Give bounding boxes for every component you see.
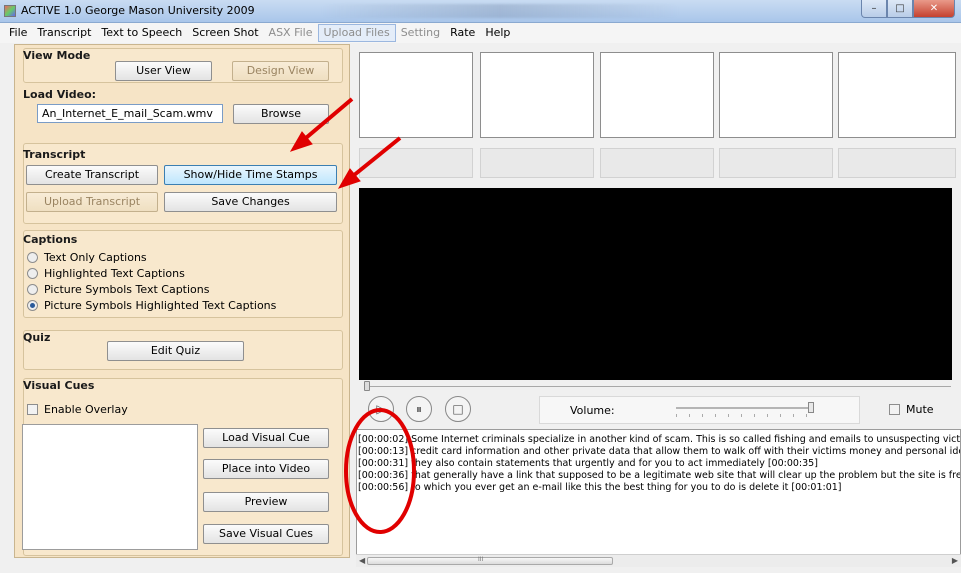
load-visual-cue-button[interactable]: Load Visual Cue [203, 428, 329, 448]
seek-bar[interactable] [366, 386, 951, 387]
transcript-label: Transcript [23, 148, 86, 161]
video-player[interactable] [359, 188, 952, 380]
edit-quiz-button[interactable]: Edit Quiz [107, 341, 244, 361]
caption-option-highlighted[interactable]: Highlighted Text Captions [27, 265, 185, 281]
transcript-line: [00:00:36] that generally have a link th… [358, 470, 961, 481]
frame-thumbnail[interactable] [480, 52, 594, 138]
menu-upload-files[interactable]: Upload Files [317, 24, 396, 42]
radio-checked-icon[interactable] [27, 299, 38, 311]
show-hide-timestamps-button[interactable]: Show/Hide Time Stamps [164, 165, 337, 185]
scroll-right-icon[interactable]: ▶ [952, 556, 958, 565]
transcript-line: [00:00:13] credit card information and o… [358, 446, 961, 457]
menu-text-to-speech[interactable]: Text to Speech [96, 24, 187, 42]
captions-label: Captions [23, 233, 78, 246]
transcript-line: [00:00:02] Some Internet criminals speci… [358, 434, 961, 445]
transcript-textbox[interactable]: [00:00:02] Some Internet criminals speci… [356, 429, 961, 566]
menu-asx-file[interactable]: ASX File [264, 24, 318, 42]
close-button[interactable]: ✕ [913, 0, 955, 18]
create-transcript-button[interactable]: Create Transcript [26, 165, 158, 185]
window-title: ACTIVE 1.0 George Mason University 2009 [21, 4, 255, 17]
play-button[interactable]: ▷ [368, 396, 394, 422]
checkbox-icon[interactable] [27, 403, 38, 415]
radio-icon[interactable] [27, 283, 38, 295]
stop-button[interactable]: □ [445, 396, 471, 422]
mute-checkbox[interactable]: Mute [889, 403, 934, 416]
minimize-button[interactable]: – [861, 0, 887, 18]
app-icon [4, 5, 16, 17]
stop-icon: □ [452, 402, 464, 416]
checkbox-icon[interactable] [889, 404, 900, 415]
seek-handle[interactable] [364, 381, 370, 391]
video-file-field[interactable]: An_Internet_E_mail_Scam.wmv [37, 104, 223, 123]
browse-button[interactable]: Browse [233, 104, 329, 124]
menu-bar: File Transcript Text to Speech Screen Sh… [0, 23, 961, 43]
blurred-title-region [320, 4, 680, 18]
caption-slot [600, 148, 714, 178]
upload-transcript-button[interactable]: Upload Transcript [26, 192, 158, 212]
preview-button[interactable]: Preview [203, 492, 329, 512]
radio-icon[interactable] [27, 251, 38, 263]
scroll-left-icon[interactable]: ◀ [359, 556, 365, 565]
volume-ticks [676, 414, 810, 417]
frame-thumbnail[interactable] [719, 52, 833, 138]
load-video-label: Load Video: [23, 88, 97, 101]
scroll-thumb[interactable]: III [367, 556, 613, 565]
title-bar: ACTIVE 1.0 George Mason University 2009 … [0, 0, 961, 23]
radio-icon[interactable] [27, 267, 38, 279]
volume-label: Volume: [570, 404, 615, 417]
menu-rate[interactable]: Rate [445, 24, 480, 42]
horizontal-scrollbar[interactable]: ◀ III ▶ [356, 554, 961, 567]
pause-button[interactable]: ⏸ [406, 396, 432, 422]
frame-thumbnail[interactable] [600, 52, 714, 138]
transcript-line: [00:00:31] they also contain statements … [358, 458, 818, 469]
quiz-label: Quiz [23, 331, 51, 344]
caption-slot [838, 148, 956, 178]
volume-track[interactable] [676, 407, 810, 409]
pause-icon: ⏸ [415, 402, 422, 416]
transcript-line: [00:00:56] to which you ever get an e-ma… [358, 482, 842, 493]
save-visual-cues-button[interactable]: Save Visual Cues [203, 524, 329, 544]
frame-thumbnail[interactable] [838, 52, 956, 138]
caption-option-picture-symbols[interactable]: Picture Symbols Text Captions [27, 281, 209, 297]
place-into-video-button[interactable]: Place into Video [203, 459, 329, 479]
maximize-button[interactable]: □ [887, 0, 913, 18]
design-view-button[interactable]: Design View [232, 61, 329, 81]
play-icon: ▷ [376, 402, 386, 416]
enable-overlay-checkbox[interactable]: Enable Overlay [27, 401, 128, 417]
menu-screen-shot[interactable]: Screen Shot [187, 24, 263, 42]
menu-help[interactable]: Help [480, 24, 515, 42]
volume-control: Volume: [539, 396, 860, 424]
volume-slider-handle[interactable] [808, 402, 814, 413]
view-mode-label: View Mode [23, 49, 91, 62]
grip-icon: III [478, 556, 484, 563]
menu-setting[interactable]: Setting [396, 24, 445, 42]
menu-transcript[interactable]: Transcript [32, 24, 96, 42]
save-changes-button[interactable]: Save Changes [164, 192, 337, 212]
caption-slot [480, 148, 594, 178]
visual-cues-label: Visual Cues [23, 379, 95, 392]
user-view-button[interactable]: User View [115, 61, 212, 81]
caption-slot [359, 148, 473, 178]
frame-thumbnail[interactable] [359, 52, 473, 138]
menu-file[interactable]: File [4, 24, 32, 42]
visual-cue-list[interactable] [22, 424, 198, 550]
caption-slot [719, 148, 833, 178]
caption-option-picture-symbols-highlighted[interactable]: Picture Symbols Highlighted Text Caption… [27, 297, 276, 313]
control-panel: View Mode User View Design View Load Vid… [14, 44, 350, 558]
caption-option-text-only[interactable]: Text Only Captions [27, 249, 147, 265]
